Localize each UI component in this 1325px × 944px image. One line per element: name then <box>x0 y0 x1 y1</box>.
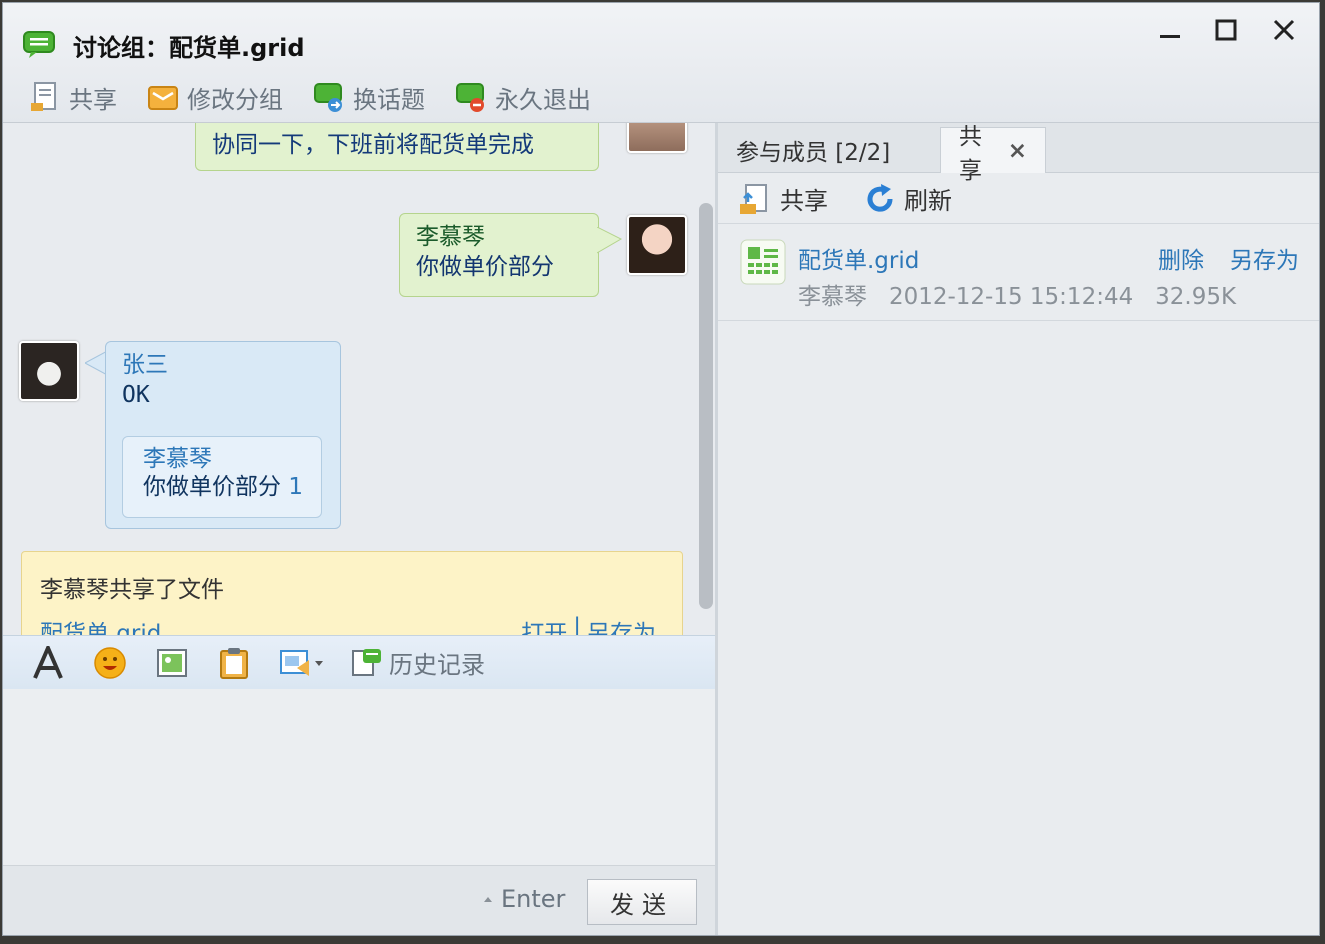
maximize-button[interactable] <box>1207 13 1245 47</box>
shared-file-owner: 李慕琴 <box>798 284 867 310</box>
close-button[interactable] <box>1265 13 1303 47</box>
refresh-icon <box>867 183 893 212</box>
edit-group-icon <box>148 86 178 110</box>
grid-file-icon <box>740 239 786 285</box>
quoted-message: 李慕琴 你做单价部分 1 <box>122 436 322 518</box>
tab-members-label: 参与成员 [2/2] <box>736 140 891 166</box>
message-text: 协同一下，下班前将配货单完成 <box>212 132 534 158</box>
history-label: 历史记录 <box>389 651 485 679</box>
side-panel: 参与成员 [2/2] 共享 × 共享 刷新 配货单.grid 李慕琴 2012-… <box>718 123 1319 935</box>
clipboard-icon[interactable] <box>217 646 251 680</box>
screenshot-icon <box>280 649 309 676</box>
toolbar-share-button[interactable]: 共享 <box>29 80 117 115</box>
bubble-tail <box>597 227 623 254</box>
minimize-icon <box>1160 35 1180 38</box>
maximize-icon <box>1215 19 1237 41</box>
share-upload-label: 共享 <box>780 187 828 215</box>
message-bubble-outgoing: 李慕琴 你做单价部分 <box>399 213 599 297</box>
share-upload-icon <box>740 183 767 214</box>
chat-panel: 协同一下，下班前将配货单完成 李慕琴 你做单价部分 张三 OK 李慕琴 你做单价… <box>3 123 715 935</box>
tab-close-icon[interactable]: × <box>1008 138 1027 164</box>
message-bubble-outgoing: 协同一下，下班前将配货单完成 <box>195 123 599 171</box>
toolbar-exit-label: 永久退出 <box>495 85 591 114</box>
message-list[interactable]: 协同一下，下班前将配货单完成 李慕琴 你做单价部分 张三 OK 李慕琴 你做单价… <box>3 123 715 635</box>
notice-file-link[interactable]: 配货单.grid <box>40 614 161 635</box>
shared-file-size: 32.95K <box>1155 284 1237 310</box>
delete-file-link[interactable]: 删除 <box>1158 241 1204 275</box>
tab-share[interactable]: 共享 × <box>940 124 1046 184</box>
exit-icon <box>456 83 484 112</box>
emoji-icon[interactable] <box>93 646 127 680</box>
shared-file-notice: 李慕琴共享了文件 配货单.grid 打开 | 另存为 <box>21 551 683 635</box>
toolbar-change-topic-label: 换话题 <box>353 85 425 114</box>
shared-file-meta: 李慕琴 2012-12-15 15:12:44 32.95K <box>798 277 1236 311</box>
caret-up-icon <box>484 897 492 902</box>
quote-text: 你做单价部分 <box>143 474 281 500</box>
image-icon[interactable] <box>155 646 189 680</box>
side-tabs: 参与成员 [2/2] 共享 × <box>718 123 1319 184</box>
refresh-button[interactable]: 刷新 <box>864 181 952 216</box>
share-file-icon <box>31 82 56 111</box>
chevron-down-icon <box>315 660 323 666</box>
message-text: OK <box>122 382 150 408</box>
message-scrollbar[interactable] <box>699 203 713 609</box>
message-bubble-incoming: 张三 OK 李慕琴 你做单价部分 1 <box>105 341 341 529</box>
change-topic-icon <box>314 83 342 112</box>
screenshot-button[interactable] <box>279 646 325 680</box>
refresh-label: 刷新 <box>904 187 952 215</box>
share-toolbar: 共享 刷新 <box>718 174 1319 224</box>
avatar[interactable] <box>627 215 687 275</box>
toolbar-change-topic-button[interactable]: 换话题 <box>313 80 425 115</box>
font-icon[interactable] <box>31 645 65 680</box>
shared-file-item[interactable]: 配货单.grid 李慕琴 2012-12-15 15:12:44 32.95K … <box>718 225 1319 321</box>
message-sender: 李慕琴 <box>416 224 485 250</box>
enter-shortcut-selector[interactable]: Enter <box>481 885 565 913</box>
shared-file-datetime: 2012-12-15 15:12:44 <box>888 284 1134 310</box>
notice-save-as-link[interactable]: 另存为 <box>587 614 656 635</box>
toolbar: 共享 修改分组 换话题 永久退出 <box>29 77 621 117</box>
message-sender: 张三 <box>122 352 168 378</box>
title-bar: 讨论组：配货单.grid 共享 修改分组 换话题 永久退出 <box>3 3 1319 123</box>
notice-actions: 打开 | 另存为 <box>521 614 656 635</box>
toolbar-exit-button[interactable]: 永久退出 <box>455 80 591 115</box>
chat-window: 讨论组：配货单.grid 共享 修改分组 换话题 永久退出 协同一下，下班前将配… <box>2 2 1320 936</box>
message-input[interactable] <box>3 689 715 865</box>
history-icon <box>352 648 381 676</box>
close-icon <box>1273 19 1295 41</box>
avatar[interactable] <box>627 123 687 153</box>
avatar[interactable] <box>19 341 79 401</box>
notice-separator: | <box>573 614 581 635</box>
save-as-file-link[interactable]: 另存为 <box>1230 241 1299 275</box>
notice-open-link[interactable]: 打开 <box>521 614 567 635</box>
notice-text: 李慕琴共享了文件 <box>40 577 224 603</box>
quote-sender: 李慕琴 <box>143 446 212 472</box>
quote-mark: 1 <box>288 474 303 500</box>
window-title-text: 讨论组：配货单.grid <box>73 33 305 62</box>
minimize-button[interactable] <box>1151 13 1189 47</box>
enter-label: Enter <box>501 885 566 913</box>
share-upload-button[interactable]: 共享 <box>738 181 828 216</box>
input-toolbar: 历史记录 <box>3 635 715 689</box>
shared-file-name[interactable]: 配货单.grid <box>798 241 919 275</box>
toolbar-share-label: 共享 <box>69 85 117 114</box>
toolbar-edit-group-button[interactable]: 修改分组 <box>147 80 283 115</box>
send-button[interactable]: 发送 <box>587 879 697 925</box>
chat-group-icon <box>23 31 55 58</box>
toolbar-edit-group-label: 修改分组 <box>187 85 283 114</box>
tab-members[interactable]: 参与成员 [2/2] <box>718 127 908 173</box>
history-button[interactable]: 历史记录 <box>351 645 485 680</box>
message-text: 你做单价部分 <box>416 254 554 280</box>
window-title: 讨论组：配货单.grid <box>23 29 305 62</box>
